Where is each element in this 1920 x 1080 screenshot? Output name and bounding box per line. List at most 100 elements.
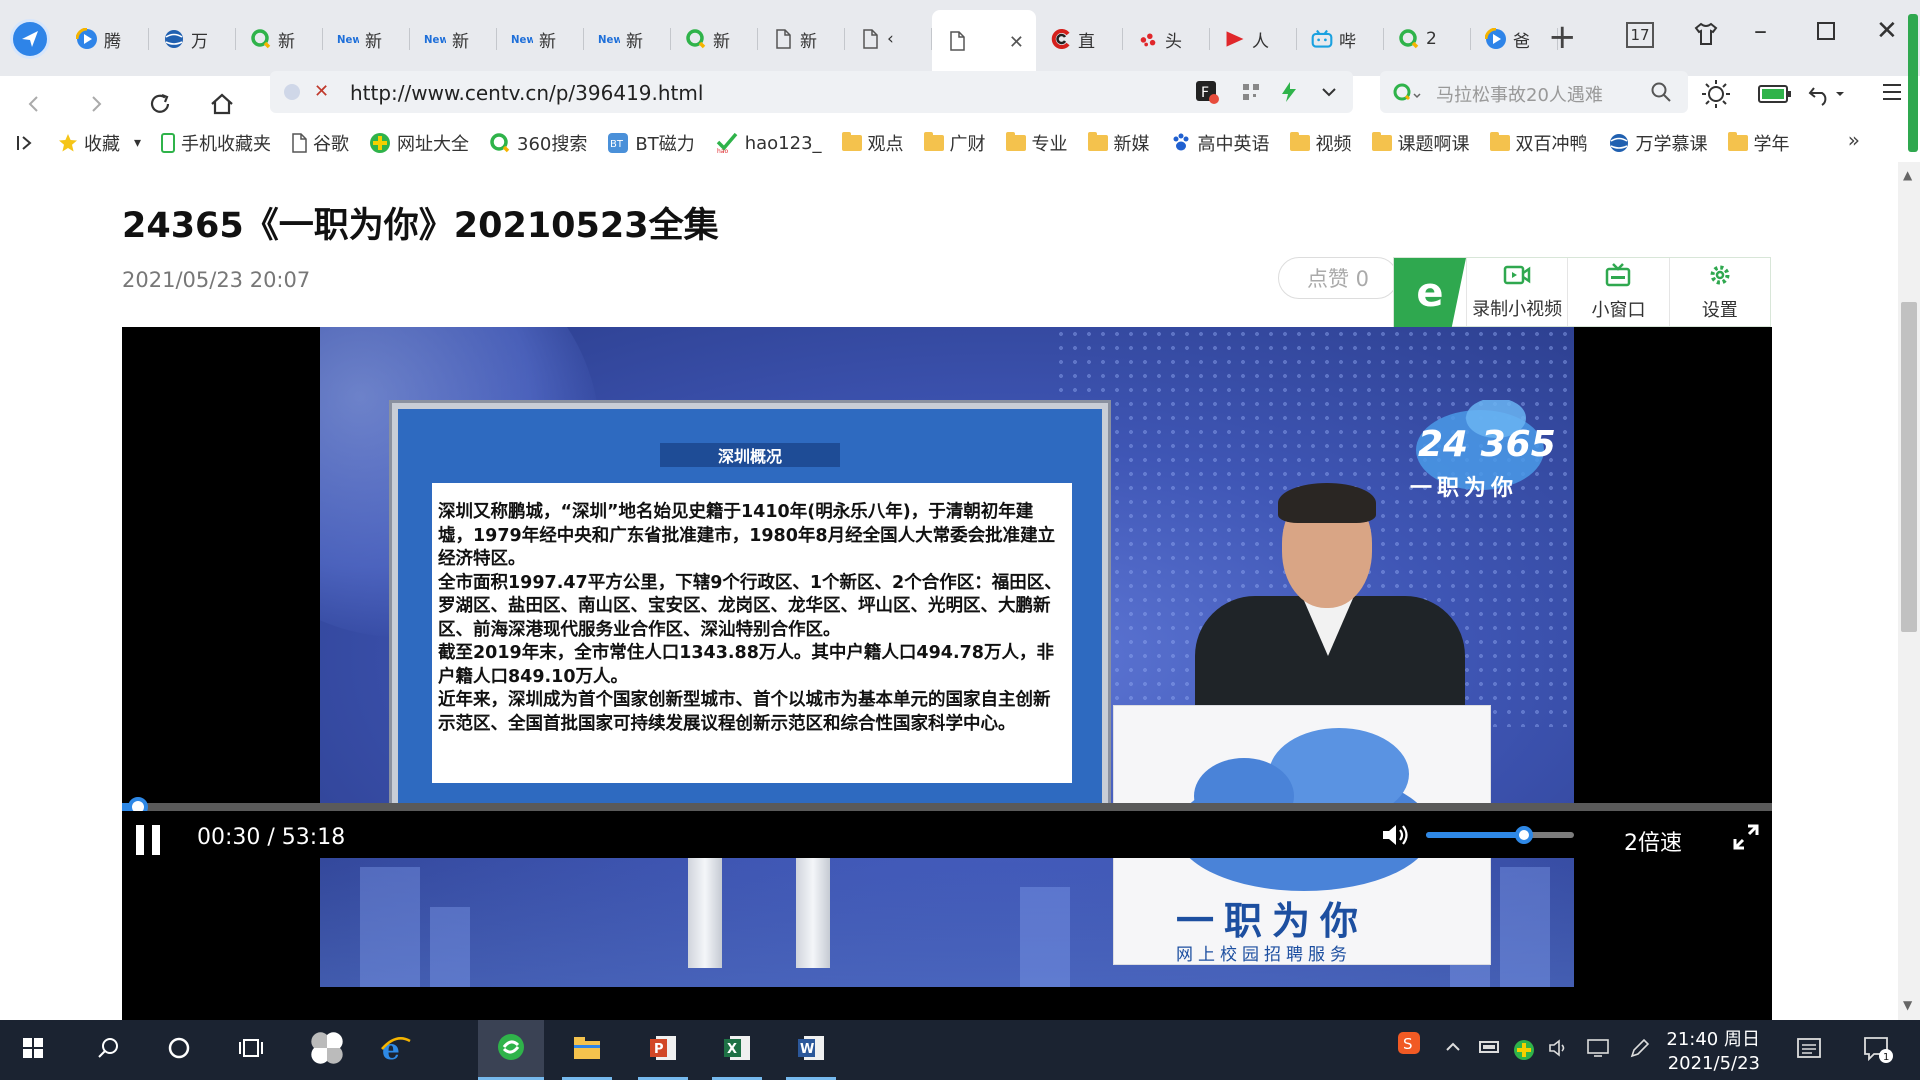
bookmark-item[interactable]: 视频 [1289,130,1352,156]
fapiao-icon[interactable]: F [1194,79,1220,109]
site-info-icon[interactable] [284,84,300,100]
bookmark-item[interactable]: 谷歌 [291,130,349,156]
scroll-up-icon[interactable]: ▲ [1903,168,1912,182]
volume-icon[interactable] [1380,821,1412,853]
search-box[interactable]: 马拉松事故20人遇难 [1380,71,1688,113]
bookmark-item[interactable]: BT BT磁力 [607,130,695,156]
scroll-down-icon[interactable]: ▼ [1903,998,1912,1012]
speed-mode-icon[interactable] [1280,81,1298,107]
bookmark-item[interactable]: 专业 [1005,130,1068,156]
battery-saver-icon[interactable] [1758,84,1792,108]
back-button[interactable] [12,82,56,126]
bookmark-item[interactable]: 手机收藏夹 [161,130,271,156]
keyboard-icon[interactable] [1796,1036,1822,1065]
search-input[interactable]: 马拉松事故20人遇难 [1436,81,1603,107]
tab[interactable]: 爸 [1471,14,1558,64]
forward-button[interactable] [74,82,118,126]
undo-close-icon[interactable] [1806,82,1848,110]
volume-slider[interactable] [1426,826,1574,844]
tab-count-button[interactable]: 17 [1626,22,1654,48]
chevron-down-icon[interactable] [1320,83,1338,105]
bookmark-item[interactable]: 网址大全 [369,130,469,156]
tab[interactable]: News 新 [497,14,584,64]
bookmark-item[interactable]: 学年 [1727,130,1790,156]
browser-menu-icon[interactable] [10,19,50,59]
mini-window-button[interactable]: 小窗口 [1567,258,1668,326]
bookmark-item[interactable]: 广财 [923,130,986,156]
bookmark-item[interactable]: 观点 [841,130,904,156]
search-icon[interactable] [1650,81,1672,107]
bookmark-item[interactable]: 高中英语 [1170,130,1270,156]
tab[interactable]: 2 [1384,14,1471,64]
network-icon[interactable] [1586,1038,1612,1063]
taskbar-app[interactable] [76,1020,142,1080]
playback-speed-button[interactable]: 2倍速 [1624,825,1682,857]
device-icon[interactable] [1478,1038,1500,1061]
url-text[interactable]: http://www.centv.cn/p/396419.html [350,81,703,105]
new-tab-button[interactable]: + [1548,20,1577,54]
page-scrollbar[interactable]: ▲ ▼ [1898,162,1920,1020]
tab[interactable]: 万 [149,14,236,64]
qr-code-icon[interactable] [1242,83,1260,105]
player-settings-button[interactable]: 设置 [1668,258,1770,326]
tab[interactable]: News 新 [584,14,671,64]
close-tab-icon[interactable]: ✕ [1009,32,1024,53]
taskbar-app[interactable]: X [704,1020,770,1080]
taskbar-app[interactable]: e [364,1020,430,1080]
sidebar-toggle-icon[interactable] [16,134,36,152]
security-shield-icon[interactable] [1512,1038,1536,1067]
close-window-button[interactable]: ✕ [1876,16,1898,46]
tab-active[interactable]: ✕ [932,10,1036,72]
sogou-ime-icon[interactable]: S [1396,1030,1422,1061]
skin-icon[interactable] [1692,20,1720,52]
taskbar-app[interactable] [0,1020,66,1080]
tab[interactable]: 新 [758,14,845,64]
record-clip-button[interactable]: 录制小视频 [1466,258,1567,326]
taskbar-app[interactable] [146,1020,212,1080]
address-bar[interactable]: ✕ http://www.centv.cn/p/396419.html F [270,71,1353,113]
bookmark-item[interactable]: 收藏 ▾ [58,130,141,156]
scroll-thumb[interactable] [1901,302,1917,632]
speaker-icon[interactable] [1548,1038,1572,1063]
system-clock[interactable]: 21:40 周日 2021/5/23 [1660,1028,1760,1076]
bookmark-item[interactable]: 双百冲鸭 [1489,130,1588,156]
video-progress-bar[interactable] [122,797,1772,817]
volume-handle[interactable] [1514,826,1533,844]
tab[interactable]: News 新 [323,14,410,64]
bookmark-item[interactable]: hao hao123_ [715,132,822,154]
more-bookmarks-button[interactable]: » [1848,128,1860,152]
tab[interactable]: 直 [1036,14,1123,64]
tab[interactable]: 头 [1123,14,1210,64]
taskbar-app[interactable] [294,1020,360,1080]
maximize-button[interactable] [1816,18,1836,48]
pause-button[interactable] [136,825,162,855]
main-menu-icon[interactable] [1880,80,1904,108]
tab[interactable]: 哔 [1297,14,1384,64]
tab[interactable]: 人 [1210,14,1297,64]
tab[interactable]: News 新 [410,14,497,64]
show-hidden-icons-icon[interactable] [1444,1038,1462,1061]
taskbar-app[interactable]: P [630,1020,696,1080]
night-mode-icon[interactable] [1700,78,1732,114]
bookmark-item[interactable]: 360搜索 [489,130,587,156]
tab[interactable]: ‹ [845,14,932,64]
home-button[interactable] [200,82,244,126]
taskbar-app[interactable] [218,1020,284,1080]
action-center-icon[interactable]: 1 [1862,1034,1894,1069]
fullscreen-icon[interactable] [1732,823,1760,855]
bookmark-item[interactable]: 课题啊课 [1371,130,1470,156]
taskbar-app[interactable]: W [778,1020,844,1080]
taskbar-app[interactable] [554,1020,620,1080]
pen-icon[interactable] [1628,1038,1650,1065]
refresh-button[interactable] [138,82,182,126]
search-engine-icon[interactable] [1392,82,1422,106]
tab[interactable]: 新 [236,14,323,64]
favorites-dropdown-icon[interactable]: ▾ [134,135,141,151]
minimize-button[interactable]: – [1754,16,1767,46]
tab[interactable]: 新 [671,14,758,64]
bookmark-item[interactable]: 新媒 [1087,130,1150,156]
tab[interactable]: 腾 [62,14,149,64]
like-button[interactable]: 点赞 0 [1278,257,1398,299]
bookmark-item[interactable]: 万学慕课 [1608,130,1708,156]
taskbar-app[interactable] [478,1020,544,1080]
